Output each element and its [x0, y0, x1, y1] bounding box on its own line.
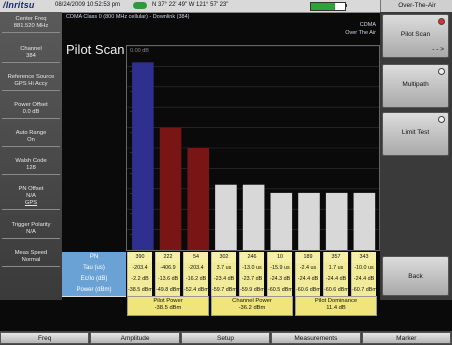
softkey-label: Pilot Scan	[400, 31, 431, 38]
summary-value: 11.4 dB	[326, 305, 346, 311]
battery-tip	[345, 4, 347, 7]
signal-standard: CDMA Class 0 (800 MHz cellular) - Downli…	[66, 14, 190, 20]
radio-indicator	[438, 68, 445, 75]
page-title: Pilot Scan	[66, 42, 125, 57]
menu-tab-amplitude[interactable]: Amplitude	[90, 332, 180, 344]
row-label-power: Power (dBm)	[62, 285, 126, 297]
summary-pilot-power: Pilot Power -38.5 dBm	[127, 296, 209, 316]
anritsu-logo: /Inritsu	[3, 0, 35, 10]
summary-label: Pilot Dominance	[314, 298, 358, 304]
param-extra: GPS	[24, 200, 38, 206]
param-label: Power Offset	[14, 102, 48, 108]
param-value: 384	[26, 53, 36, 59]
param-walsh-code[interactable]: Walsh Code 128	[2, 158, 60, 175]
battery-level	[311, 3, 335, 10]
param-value: 0.0 dB	[22, 109, 40, 115]
param-pn-offset[interactable]: PN Offset N/A GPS	[2, 186, 60, 210]
param-value: 881.520 MHz	[13, 23, 49, 29]
bar-pn-10	[270, 192, 293, 250]
menu-tab-setup[interactable]: Setup	[180, 332, 271, 344]
summary-value: -36.2 dBm	[238, 305, 266, 311]
softkey-label: Back	[408, 273, 423, 280]
gps-icon	[133, 2, 147, 9]
bar-pn-343	[353, 192, 376, 250]
param-label: Meas Speed	[14, 250, 48, 256]
summary-label: Channel Power	[232, 298, 272, 304]
param-auto-range[interactable]: Auto Range On	[2, 130, 60, 147]
param-channel[interactable]: Channel 384	[2, 46, 60, 63]
param-label: Reference Source	[7, 74, 55, 80]
summary-label: Pilot Power	[153, 298, 183, 304]
measurement-mode-label: Over The Air	[345, 30, 376, 36]
radio-indicator	[438, 116, 445, 123]
bar-pn-54	[187, 148, 210, 250]
param-value: 128	[26, 165, 36, 171]
param-value: On	[27, 137, 35, 143]
bar-pn-222	[159, 127, 182, 250]
radio-indicator	[438, 18, 445, 25]
softkey-back[interactable]: Back	[382, 256, 449, 296]
menu-tab-measurements[interactable]: Measurements	[271, 332, 361, 344]
param-value: N/A	[26, 229, 36, 235]
param-meas-speed[interactable]: Meas Speed Normal	[2, 250, 60, 267]
param-label: Trigger Polarity	[11, 222, 51, 228]
softkey-label: Multipath	[402, 81, 429, 88]
summary-channel-power: Channel Power -36.2 dBm	[211, 296, 293, 316]
softkey-label: Limit Test	[401, 129, 430, 136]
param-label: Center Freq	[15, 16, 47, 22]
menu-tab-marker[interactable]: Marker	[361, 332, 451, 344]
param-label: Auto Range	[15, 130, 47, 136]
bar-pn-302	[215, 184, 237, 250]
param-label: Walsh Code	[15, 158, 47, 164]
param-center-freq[interactable]: Center Freq 881.520 MHz	[2, 16, 60, 33]
parameter-panel: Center Freq 881.520 MHz Channel 384 Referenc…	[0, 12, 62, 300]
param-label: Channel	[20, 46, 42, 52]
param-trigger-polarity[interactable]: Trigger Polarity N/A	[2, 222, 60, 239]
bar-pn-189	[298, 192, 320, 250]
summary-value: -38.5 dBm	[154, 305, 182, 311]
y-tick-label: 0.00 dB	[130, 48, 149, 54]
summary-pilot-dominance: Pilot Dominance 11.4 dB	[295, 296, 377, 316]
param-power-offset[interactable]: Power Offset 0.0 dB	[2, 102, 60, 119]
battery-icon	[310, 2, 346, 11]
param-reference-source[interactable]: Reference Source GPS Hi Accy	[2, 74, 60, 91]
param-value: Normal	[21, 257, 41, 263]
softkey-limit-test[interactable]: Limit Test	[382, 112, 449, 156]
main-menu-bar: Freq Amplitude Setup Measurements Marker	[0, 331, 452, 345]
param-value: GPS Hi Accy	[14, 81, 48, 87]
softkey-sublabel: - - >	[432, 46, 444, 53]
date-time: 08/24/2009 10:52:53 pm	[55, 2, 121, 8]
softkey-panel: Pilot Scan - - > Multipath Limit Test Back	[380, 12, 452, 300]
softkey-multipath[interactable]: Multipath	[382, 64, 449, 108]
bar-pn-390	[132, 62, 154, 250]
bar-pn-357	[325, 192, 348, 250]
chart-svg: 0.00 dB-5-10-15-20-25-30-35-40-45	[127, 46, 379, 250]
pilot-table: PN 390 222 54 302 246 10 189 357 343 Tau (us) -203.…	[62, 252, 380, 316]
technology-label: CDMA	[359, 22, 376, 28]
param-value: N/A	[26, 193, 36, 199]
gps-coordinates: N 37° 22' 49" W 121° 57' 23"	[152, 2, 229, 8]
menu-tab-freq[interactable]: Freq	[0, 332, 90, 344]
analyzer-screen: /Inritsu 08/24/2009 10:52:53 pm N 37° 22…	[0, 0, 452, 345]
bar-pn-246	[242, 184, 265, 250]
softkey-pilot-scan[interactable]: Pilot Scan - - >	[382, 14, 449, 58]
pilot-scan-chart: 0.00 dB-5-10-15-20-25-30-35-40-45	[126, 45, 380, 251]
param-label: PN Offset	[18, 186, 44, 192]
